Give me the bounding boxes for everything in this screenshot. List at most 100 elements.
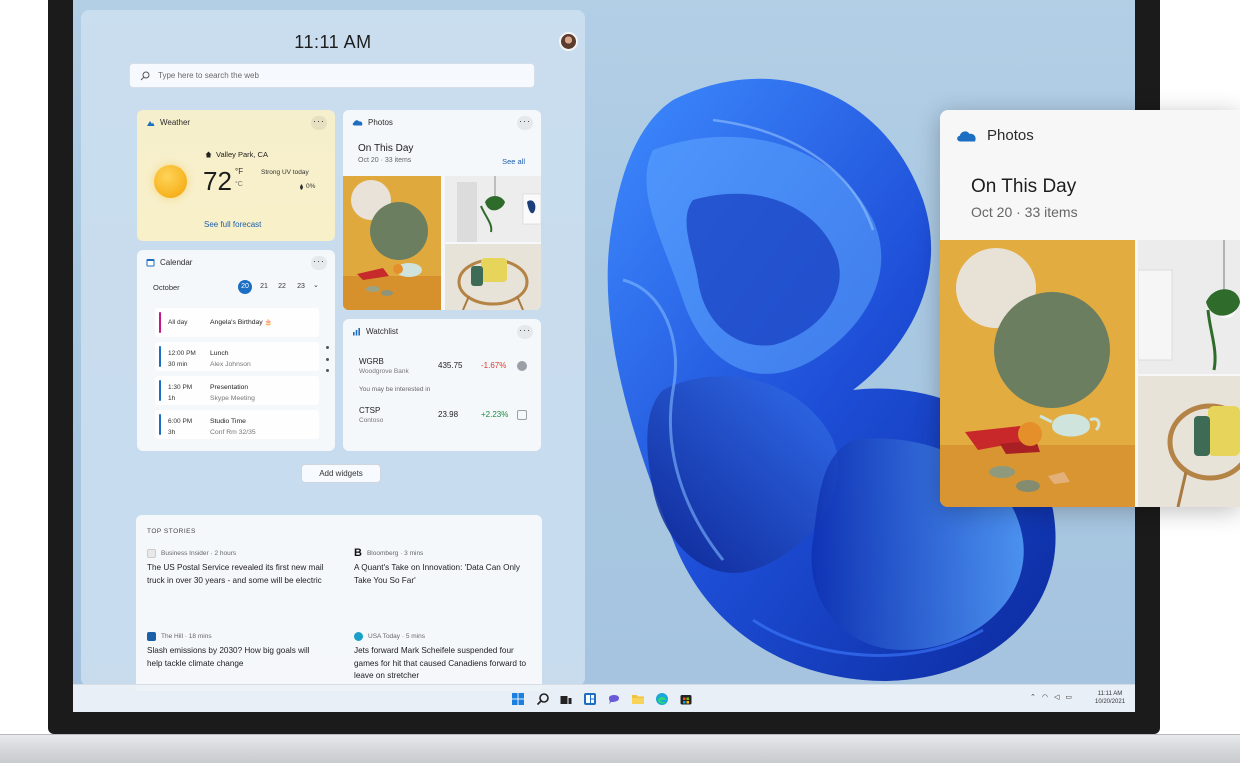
calendar-widget[interactable]: Calendar ··· October 20 21 22 23 ⌄ All d…	[137, 250, 335, 451]
onedrive-cloud-icon	[957, 131, 976, 142]
event-color-bar	[159, 380, 161, 401]
story-source: The Hill · 18 mins	[147, 632, 325, 641]
news-source-icon	[147, 632, 156, 641]
panel-clock: 11:11 AM	[294, 32, 372, 52]
search-icon	[140, 71, 150, 80]
file-explorer-icon[interactable]	[631, 692, 645, 706]
battery-icon[interactable]: ▭	[1065, 693, 1072, 701]
weather-location-text: Valley Park, CA	[216, 150, 268, 159]
calendar-day[interactable]: 22	[275, 280, 289, 294]
news-story[interactable]: Business Insider · 2 hours The US Postal…	[147, 549, 325, 587]
watchlist-title: Watchlist	[366, 327, 399, 336]
unit-fahrenheit[interactable]: °F	[235, 167, 243, 176]
wifi-icon[interactable]: ◠	[1042, 693, 1048, 701]
photo-rattan-chair[interactable]	[445, 244, 541, 310]
weather-more-button[interactable]: ···	[311, 116, 327, 130]
photo-hanging-plant[interactable]	[445, 176, 541, 242]
story-source-text: Bloomberg · 3 mins	[366, 550, 424, 557]
event-title: Presentation Skype Meeting	[210, 382, 255, 404]
calendar-event[interactable]: All day Angela's Birthday 🎂	[155, 308, 319, 337]
calendar-day[interactable]: 23	[294, 280, 308, 294]
photos-widget-enlarged[interactable]: Photos On This Day Oct 20 · 33 items	[940, 110, 1240, 507]
weather-title: Weather	[160, 118, 191, 127]
event-color-bar	[159, 414, 161, 435]
story-source-text: Business Insider · 2 hours	[161, 550, 237, 557]
calendar-event[interactable]: 1:30 PM 1h Presentation Skype Meeting	[155, 376, 319, 405]
see-full-forecast-link[interactable]: See full forecast	[204, 220, 261, 229]
event-time: All day	[168, 319, 188, 326]
calendar-event[interactable]: 6:00 PM 3h Studio Time Conf Rm 32/35	[155, 410, 319, 439]
remove-icon[interactable]	[517, 361, 527, 371]
edge-icon[interactable]	[655, 692, 669, 706]
watchlist-widget[interactable]: Watchlist ··· WGRB Woodgrove Bank 435.75…	[343, 319, 541, 451]
stock-symbol[interactable]: CTSP	[359, 406, 380, 415]
calendar-event[interactable]: 12:00 PM 30 min Lunch Alex Johnson	[155, 342, 319, 371]
event-start: 1:30 PM	[168, 384, 193, 391]
photos-more-button[interactable]: ···	[517, 116, 533, 130]
taskbar-time: 11:11 AM	[1097, 691, 1123, 697]
story-headline[interactable]: Slash emissions by 2030? How big goals w…	[147, 645, 325, 670]
top-stories-heading: TOP STORIES	[147, 528, 196, 535]
stock-symbol[interactable]: WGRB	[359, 357, 384, 366]
add-widgets-button[interactable]: Add widgets	[301, 464, 381, 483]
unit-celsius[interactable]: °C	[235, 181, 243, 188]
chat-icon[interactable]	[607, 692, 621, 706]
event-start: 12:00 PM	[168, 350, 196, 357]
story-source-text: The Hill · 18 mins	[161, 633, 212, 640]
calendar-scroll-indicator[interactable]	[326, 346, 329, 372]
stock-change: +2.23%	[481, 410, 509, 419]
windows-start-icon[interactable]	[511, 692, 525, 706]
event-title-text: Presentation	[210, 384, 249, 391]
flyout-app-name: Photos	[987, 127, 1034, 144]
news-story[interactable]: USA Today · 5 mins Jets forward Mark Sch…	[354, 632, 532, 683]
story-source: USA Today · 5 mins	[354, 632, 532, 641]
stock-change: -1.67%	[481, 361, 507, 370]
add-icon[interactable]	[517, 410, 527, 420]
task-view-icon[interactable]	[559, 692, 573, 706]
store-icon[interactable]	[679, 692, 693, 706]
search-icon[interactable]	[536, 692, 550, 706]
weather-location: Valley Park, CA	[205, 150, 268, 159]
chevron-down-icon[interactable]: ⌄	[313, 281, 319, 289]
event-title-text: Lunch	[210, 350, 229, 357]
photo-still-life[interactable]	[343, 176, 441, 310]
event-time: 6:00 PM 3h	[168, 416, 192, 438]
widgets-icon[interactable]	[583, 692, 597, 706]
widgets-panel: 11:11 AM Weather ··· Valley Park, CA 72 …	[81, 10, 585, 691]
flyout-heading: On This Day	[971, 176, 1077, 197]
event-title: Angela's Birthday 🎂	[210, 317, 272, 329]
calendar-day-selected[interactable]: 20	[238, 280, 252, 294]
event-title: Lunch Alex Johnson	[210, 348, 251, 370]
event-title-text: Angela's Birthday	[210, 319, 263, 326]
news-story[interactable]: B Bloomberg · 3 mins A Quant's Take on I…	[354, 548, 532, 587]
chevron-up-icon[interactable]: ⌃	[1030, 693, 1036, 701]
stock-price: 23.98	[438, 410, 459, 419]
story-headline[interactable]: A Quant's Take on Innovation: 'Data Can …	[354, 562, 532, 587]
weather-widget[interactable]: Weather ··· Valley Park, CA 72 °F °C Str…	[137, 110, 335, 241]
photos-title: Photos	[368, 118, 393, 127]
web-search-box[interactable]	[129, 63, 535, 88]
story-headline[interactable]: Jets forward Mark Scheifele suspended fo…	[354, 645, 532, 683]
story-headline[interactable]: The US Postal Service revealed its first…	[147, 562, 325, 587]
avatar[interactable]	[559, 32, 578, 51]
photos-widget[interactable]: Photos ··· On This Day Oct 20 · 33 items…	[343, 110, 541, 310]
search-input[interactable]	[158, 71, 518, 80]
photo-hanging-plant[interactable]	[1138, 240, 1240, 374]
volume-icon[interactable]: ◁	[1054, 693, 1059, 701]
event-subtitle: Conf Rm 32/35	[210, 429, 256, 436]
calendar-more-button[interactable]: ···	[311, 256, 327, 270]
stock-price: 435.75	[438, 361, 463, 370]
calendar-day[interactable]: 21	[257, 280, 271, 294]
event-duration: 30 min	[168, 361, 188, 368]
news-story[interactable]: The Hill · 18 mins Slash emissions by 20…	[147, 632, 325, 670]
watchlist-hint: You may be interested in	[359, 386, 431, 393]
photo-still-life[interactable]	[940, 240, 1135, 507]
event-duration: 3h	[168, 429, 176, 436]
event-title-text: Studio Time	[210, 418, 246, 425]
event-duration: 1h	[168, 395, 176, 402]
watchlist-more-button[interactable]: ···	[517, 325, 533, 339]
see-all-link[interactable]: See all	[502, 157, 525, 166]
photo-rattan-chair[interactable]	[1138, 376, 1240, 507]
taskbar-clock[interactable]: 11:11 AM 10/20/2021	[1095, 690, 1125, 706]
weather-app-icon	[147, 120, 155, 126]
